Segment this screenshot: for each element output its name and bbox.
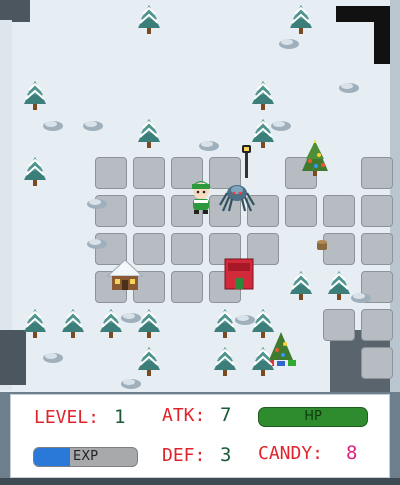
snowy-pine-tree [206, 344, 244, 382]
snowy-pine-tree [282, 268, 320, 306]
stone-floor-tile[interactable] [361, 233, 393, 265]
snowy-pine-tree [130, 2, 168, 40]
candy-value: 8 [346, 442, 358, 464]
hp-bar: HP [258, 407, 368, 427]
snow-rock [78, 182, 116, 220]
stone-floor-tile[interactable] [361, 157, 393, 189]
snow-rock [330, 66, 368, 104]
stone-floor-tile[interactable] [133, 157, 165, 189]
stone-floor-tile[interactable] [285, 195, 317, 227]
snow-rock [342, 276, 380, 314]
snow-rock [262, 104, 300, 142]
snowy-pine-tree [16, 154, 54, 192]
snow-rock [226, 298, 264, 336]
stone-floor-tile[interactable] [323, 195, 355, 227]
snow-rock [34, 336, 72, 374]
stone-floor-tile[interactable] [361, 195, 393, 227]
snow-rock [270, 22, 308, 60]
snow-rock [112, 362, 150, 392]
level-value: 1 [114, 406, 126, 428]
decorated-christmas-tree [296, 139, 334, 177]
player-elf[interactable] [182, 178, 220, 216]
red-door[interactable] [220, 256, 258, 294]
snow-rock [74, 104, 112, 142]
atk-label: ATK: [162, 405, 206, 426]
game-map[interactable] [0, 0, 400, 392]
exp-bar: EXP [33, 447, 138, 467]
tree-stump [304, 232, 342, 270]
stone-floor-tile[interactable] [361, 347, 393, 379]
exp-label: EXP [73, 449, 98, 464]
stone-floor-tile[interactable] [171, 233, 203, 265]
stone-floor-tile[interactable] [133, 195, 165, 227]
hp-label: HP [304, 409, 322, 424]
snow-rock [34, 104, 72, 142]
snow-cabin [106, 256, 144, 294]
atk-value: 7 [220, 404, 232, 426]
candy-label: CANDY: [258, 443, 324, 464]
def-label: DEF: [162, 445, 206, 466]
snow-rock [112, 296, 150, 334]
def-value: 3 [220, 444, 232, 466]
snowy-pine-tree [244, 344, 282, 382]
level-label: LEVEL: [34, 407, 100, 428]
stone-floor-tile[interactable] [171, 271, 203, 303]
bottom-edge [0, 478, 400, 485]
snow-rock [78, 222, 116, 260]
snow-rock [190, 124, 228, 162]
snowy-pine-tree [130, 116, 168, 154]
ice-spider-enemy[interactable] [218, 177, 256, 215]
